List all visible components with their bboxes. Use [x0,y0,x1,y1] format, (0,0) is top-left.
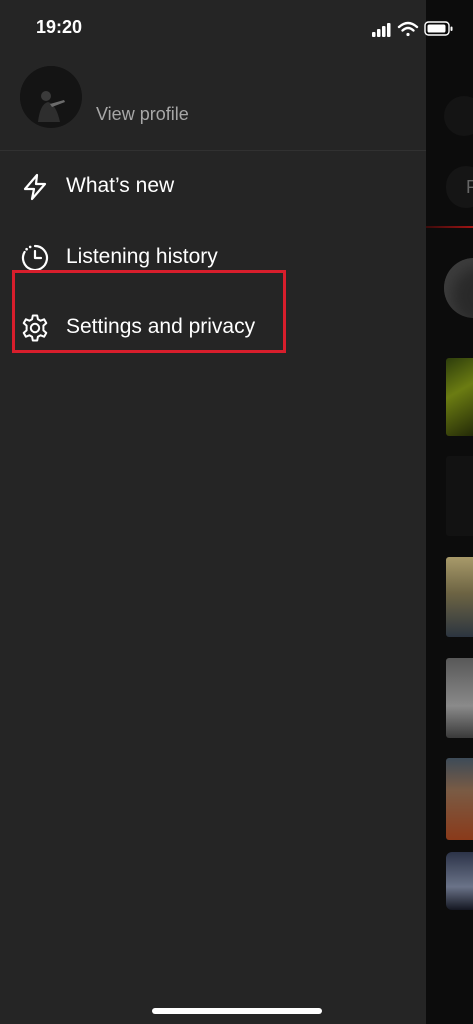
background-mini-player [446,852,473,910]
background-album-thumbnail [446,456,473,536]
history-clock-icon [21,244,49,272]
background-album-thumbnail [446,758,473,840]
menu-item-whats-new[interactable]: What’s new [0,158,426,214]
avatar-photo [20,66,82,128]
background-artist-thumbnail [444,258,473,318]
menu-item-label: Listening history [66,245,218,268]
background-chip-label: P [466,177,473,197]
screen: P 19:20 View profile What’s new Listenin… [0,0,473,1024]
wifi-icon [397,21,419,37]
background-accent-line [426,226,473,228]
profile-row[interactable]: View profile [0,60,426,150]
lightning-icon [23,173,47,201]
background-app-overlay[interactable]: P [426,0,473,1024]
side-drawer: 19:20 View profile What’s new Listening … [0,0,453,1024]
background-album-thumbnail [446,658,473,738]
background-album-thumbnail [446,358,473,436]
background-filter-chip: P [446,166,473,208]
status-bar: 19:20 [0,0,453,54]
signal-icon [372,23,391,37]
divider [0,150,426,151]
view-profile-link[interactable]: View profile [96,104,189,125]
highlight-annotation-box [12,270,286,353]
avatar[interactable] [20,66,82,128]
background-album-thumbnail [446,557,473,637]
menu-item-label: What’s new [66,174,175,197]
battery-icon [424,21,453,36]
status-time: 19:20 [36,17,83,37]
home-indicator[interactable] [152,1008,322,1014]
status-icons [372,21,453,37]
background-avatar [444,96,473,136]
